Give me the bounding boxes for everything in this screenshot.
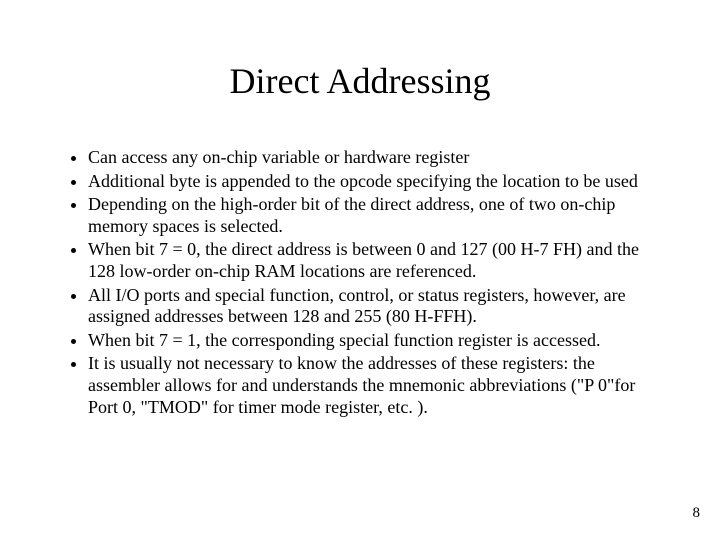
list-item: Can access any on-chip variable or hardw… (88, 147, 660, 169)
list-item: When bit 7 = 1, the corresponding specia… (88, 330, 660, 352)
bullet-list: Can access any on-chip variable or hardw… (60, 147, 660, 418)
page-number: 8 (693, 505, 701, 522)
list-item: It is usually not necessary to know the … (88, 353, 660, 418)
list-item: All I/O ports and special function, cont… (88, 285, 660, 328)
list-item: When bit 7 = 0, the direct address is be… (88, 239, 660, 282)
list-item: Additional byte is appended to the opcod… (88, 171, 660, 193)
slide: Direct Addressing Can access any on-chip… (0, 0, 720, 540)
list-item: Depending on the high-order bit of the d… (88, 194, 660, 237)
page-title: Direct Addressing (60, 60, 660, 102)
